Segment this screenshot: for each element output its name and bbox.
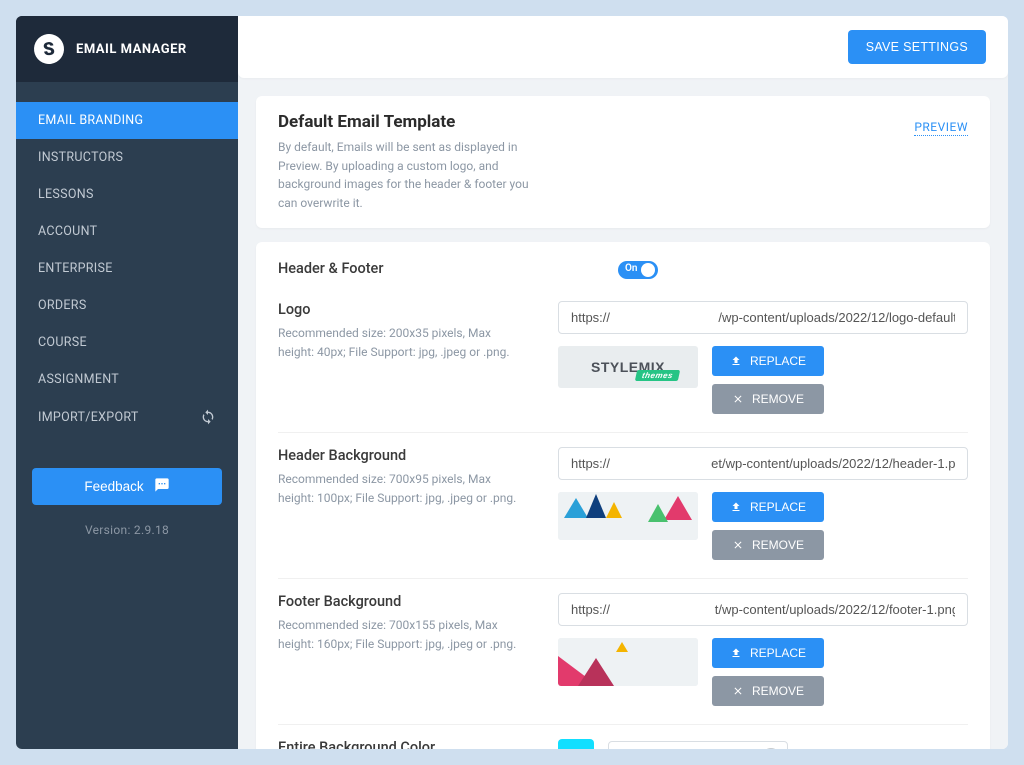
save-settings-button[interactable]: SAVE SETTINGS	[848, 30, 986, 64]
sidebar-item-instructors[interactable]: INSTRUCTORS	[16, 139, 238, 176]
logo-brand-badge: themes	[635, 370, 680, 381]
sidebar-item-label: COURSE	[38, 335, 87, 350]
nav: EMAIL BRANDING INSTRUCTORS LESSONS ACCOU…	[16, 82, 238, 436]
sidebar-item-account[interactable]: ACCOUNT	[16, 213, 238, 250]
logo-section: Logo Recommended size: 200x35 pixels, Ma…	[278, 287, 968, 432]
sidebar-item-label: ENTERPRISE	[38, 261, 113, 276]
sidebar-item-orders[interactable]: ORDERS	[16, 287, 238, 324]
brand-title: EMAIL MANAGER	[76, 42, 187, 57]
close-icon	[732, 685, 744, 697]
sidebar-item-label: ORDERS	[38, 298, 87, 313]
upload-icon	[730, 501, 742, 513]
sidebar-item-label: ASSIGNMENT	[38, 372, 119, 387]
header-bg-replace-button[interactable]: REPLACE	[712, 492, 824, 522]
header-bg-url-input[interactable]	[558, 447, 968, 480]
bg-color-swatch[interactable]	[558, 739, 594, 749]
footer-bg-label: Footer Background	[278, 593, 528, 610]
page-title: Default Email Template	[278, 112, 538, 132]
sidebar-item-label: ACCOUNT	[38, 224, 97, 239]
page-description: By default, Emails will be sent as displ…	[278, 138, 538, 212]
header-bg-section: Header Background Recommended size: 700x…	[278, 432, 968, 578]
close-icon	[732, 539, 744, 551]
app-root: S EMAIL MANAGER EMAIL BRANDING INSTRUCTO…	[16, 16, 1008, 749]
upload-icon	[730, 647, 742, 659]
sidebar-item-assignment[interactable]: ASSIGNMENT	[16, 361, 238, 398]
sidebar-item-label: IMPORT/EXPORT	[38, 410, 139, 425]
logo-hint: Recommended size: 200x35 pixels, Max hei…	[278, 324, 528, 361]
header-card-text: Default Email Template By default, Email…	[278, 112, 538, 212]
bg-color-label: Entire Background Color	[278, 739, 528, 749]
sidebar-item-label: LESSONS	[38, 187, 94, 202]
upload-icon	[730, 355, 742, 367]
brand-header: S EMAIL MANAGER	[16, 16, 238, 82]
sidebar-item-enterprise[interactable]: ENTERPRISE	[16, 250, 238, 287]
sidebar-item-label: INSTRUCTORS	[38, 150, 123, 165]
footer-bg-url-input[interactable]	[558, 593, 968, 626]
close-icon	[732, 393, 744, 405]
sidebar-item-course[interactable]: COURSE	[16, 324, 238, 361]
logo-replace-button[interactable]: REPLACE	[712, 346, 824, 376]
logo-label: Logo	[278, 301, 528, 318]
sidebar-item-lessons[interactable]: LESSONS	[16, 176, 238, 213]
version-text: Version: 2.9.18	[16, 515, 238, 545]
header-card: Default Email Template By default, Email…	[256, 96, 990, 228]
footer-bg-section: Footer Background Recommended size: 700x…	[278, 578, 968, 724]
header-bg-hint: Recommended size: 700x95 pixels, Max hei…	[278, 470, 528, 507]
brand-logo: S	[32, 32, 66, 66]
logo-remove-button[interactable]: REMOVE	[712, 384, 824, 414]
chat-icon	[154, 477, 170, 496]
sidebar-item-email-branding[interactable]: EMAIL BRANDING	[16, 102, 238, 139]
topbar: SAVE SETTINGS	[238, 16, 1008, 78]
sidebar-item-import-export[interactable]: IMPORT/EXPORT	[16, 398, 238, 436]
header-footer-label: Header & Footer	[278, 260, 383, 277]
header-bg-label: Header Background	[278, 447, 528, 464]
bg-color-section: Entire Background Color	[278, 724, 968, 749]
header-footer-toggle[interactable]: On	[618, 261, 658, 279]
logo-brand-text: STYLEMIX themes	[591, 359, 665, 375]
toggle-state-label: On	[625, 263, 637, 274]
footer-bg-remove-button[interactable]: REMOVE	[712, 676, 824, 706]
footer-bg-thumbnail	[558, 638, 698, 686]
header-footer-row: Header & Footer On	[278, 258, 968, 287]
sidebar: S EMAIL MANAGER EMAIL BRANDING INSTRUCTO…	[16, 16, 238, 749]
main-panel: SAVE SETTINGS Default Email Template By …	[238, 16, 1008, 749]
refresh-icon	[200, 409, 216, 425]
bg-color-input[interactable]	[608, 741, 788, 749]
settings-card: Header & Footer On Logo Recommended size…	[256, 242, 990, 749]
header-bg-thumbnail	[558, 492, 698, 540]
footer-bg-replace-button[interactable]: REPLACE	[712, 638, 824, 668]
feedback-label: Feedback	[84, 479, 143, 494]
preview-link[interactable]: PREVIEW	[914, 120, 968, 136]
feedback-button[interactable]: Feedback	[32, 468, 222, 505]
footer-bg-hint: Recommended size: 700x155 pixels, Max he…	[278, 616, 528, 653]
logo-thumbnail: STYLEMIX themes	[558, 346, 698, 388]
logo-url-input[interactable]	[558, 301, 968, 334]
header-bg-remove-button[interactable]: REMOVE	[712, 530, 824, 560]
feedback-wrap: Feedback	[16, 436, 238, 515]
sidebar-item-label: EMAIL BRANDING	[38, 113, 143, 128]
